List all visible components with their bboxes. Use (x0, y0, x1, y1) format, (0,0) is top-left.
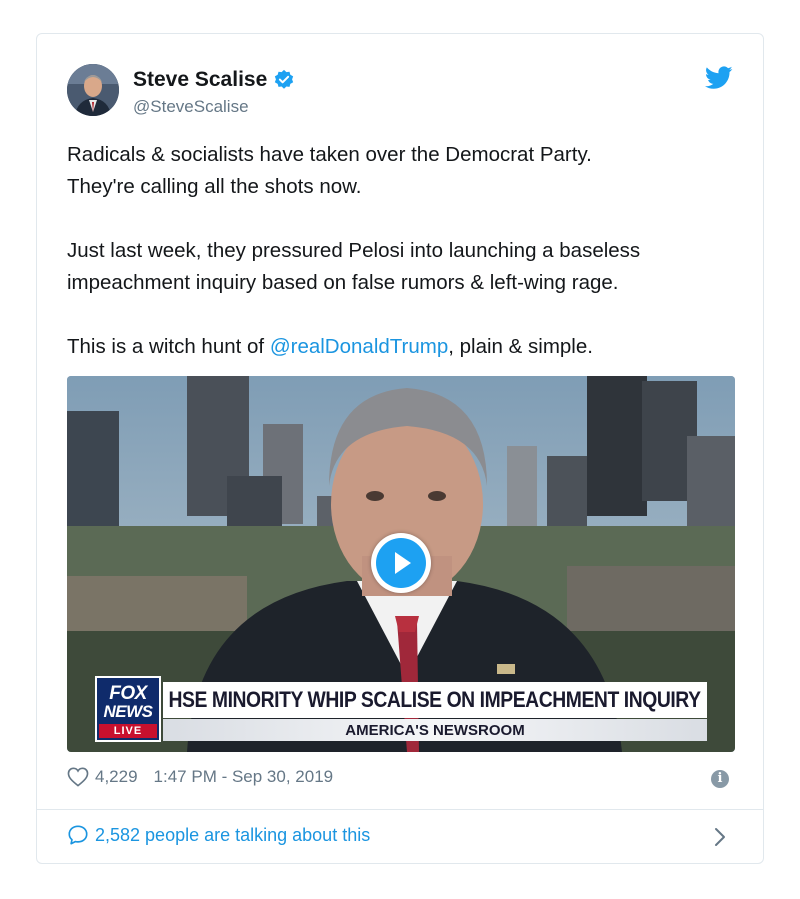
divider (37, 809, 763, 810)
logo-line-3: LIVE (99, 724, 157, 738)
chyron-headline: HSE MINORITY WHIP SCALISE ON IMPEACHMENT… (163, 682, 707, 718)
twitter-bird-icon[interactable] (704, 66, 733, 90)
timestamp[interactable]: 1:47 PM - Sep 30, 2019 (154, 767, 334, 787)
tweet-card: Steve Scalise @SteveScalise Radicals & s… (36, 33, 764, 864)
tweet-meta: 4,229 1:47 PM - Sep 30, 2019 (67, 767, 333, 787)
tweet-line: They're calling all the shots now. (67, 175, 362, 198)
like-count[interactable]: 4,229 (95, 767, 138, 787)
speech-bubble-icon (67, 824, 89, 846)
fox-news-logo: FOX NEWS LIVE (95, 676, 161, 742)
video-player[interactable]: FOX NEWS LIVE HSE MINORITY WHIP SCALISE … (67, 376, 735, 752)
author-handle[interactable]: @SteveScalise (133, 97, 249, 117)
avatar[interactable] (67, 64, 119, 116)
news-lower-third: FOX NEWS LIVE HSE MINORITY WHIP SCALISE … (95, 676, 707, 744)
mention-link[interactable]: @realDonaldTrump (270, 335, 448, 358)
heart-icon[interactable] (67, 767, 89, 787)
chyron-program: AMERICA'S NEWSROOM (163, 719, 707, 741)
author-name-row[interactable]: Steve Scalise (133, 68, 295, 92)
play-button[interactable] (371, 533, 431, 593)
author-name[interactable]: Steve Scalise (133, 68, 267, 92)
play-icon (376, 538, 426, 588)
logo-line-2: NEWS (103, 702, 154, 721)
tweet-text-suffix: , plain & simple. (448, 335, 593, 358)
tweet-line: impeachment inquiry based on false rumor… (67, 271, 619, 294)
tweet-line: Just last week, they pressured Pelosi in… (67, 239, 641, 262)
talking-label[interactable]: 2,582 people are talking about this (95, 825, 370, 846)
tweet-line: Radicals & socialists have taken over th… (67, 143, 592, 166)
chyron-headline-text: HSE MINORITY WHIP SCALISE ON IMPEACHMENT… (168, 687, 702, 712)
talking-link[interactable]: 2,582 people are talking about this (67, 824, 370, 846)
tweet-line: This is a witch hunt of @realDonaldTrump… (67, 331, 737, 363)
chevron-right-icon[interactable] (713, 826, 727, 848)
tweet-text: Radicals & socialists have taken over th… (67, 139, 737, 363)
logo-line-1: FOX (109, 683, 147, 704)
verified-badge-icon (273, 69, 295, 91)
tweet-text-prefix: This is a witch hunt of (67, 335, 270, 358)
info-icon[interactable]: i (711, 770, 729, 788)
